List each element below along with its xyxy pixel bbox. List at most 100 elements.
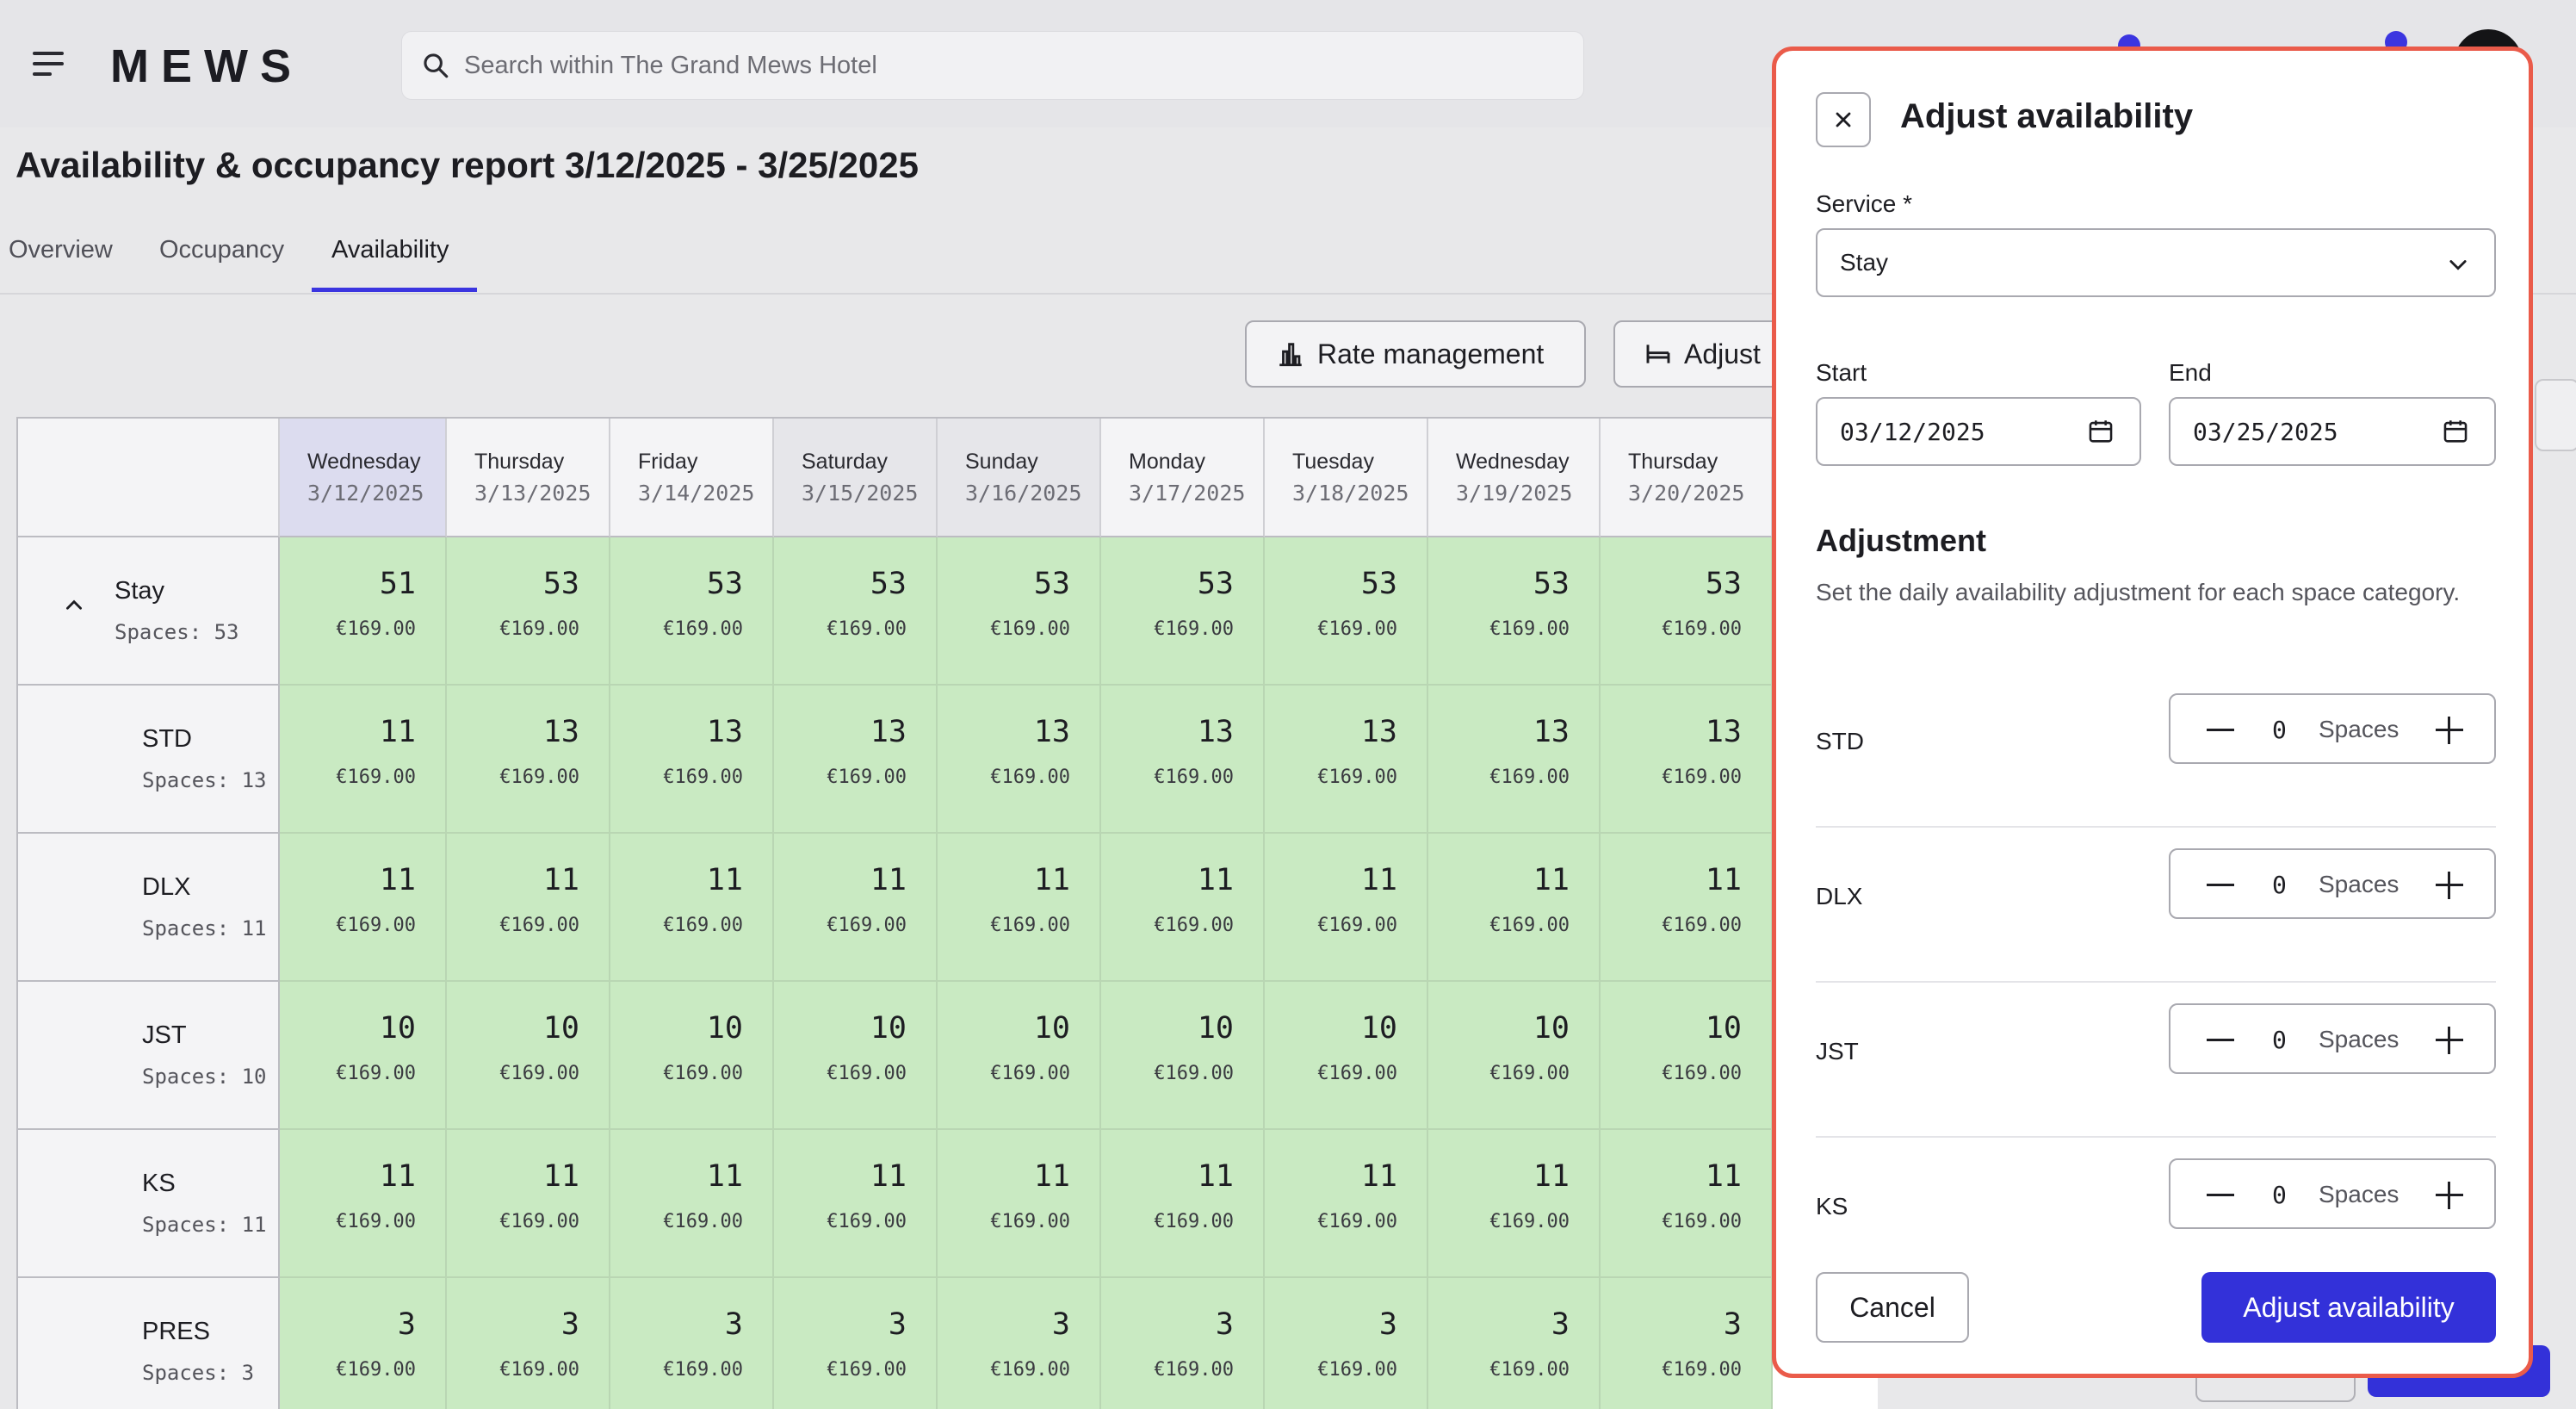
decrement-button[interactable]: [2193, 862, 2248, 907]
decrement-button[interactable]: [2193, 707, 2248, 752]
availability-cell[interactable]: 3 €169.00: [1601, 1278, 1773, 1409]
service-select[interactable]: Stay: [1816, 228, 2496, 297]
spaces-stepper[interactable]: 0 Spaces: [2169, 1003, 2496, 1074]
availability-cell[interactable]: 11 €169.00: [1601, 1130, 1773, 1278]
search-bar[interactable]: [401, 31, 1584, 100]
availability-cell[interactable]: 11 €169.00: [610, 1130, 774, 1278]
tab-occupancy[interactable]: Occupancy: [159, 236, 284, 264]
close-button[interactable]: [1816, 92, 1871, 147]
availability-cell[interactable]: 13 €169.00: [1265, 686, 1428, 834]
availability-cell[interactable]: 11 €169.00: [938, 834, 1101, 982]
availability-cell[interactable]: 3 €169.00: [774, 1278, 938, 1409]
mews-logo[interactable]: MEWS: [110, 40, 303, 93]
availability-cell[interactable]: 3 €169.00: [1101, 1278, 1265, 1409]
rate-price: €169.00: [336, 1211, 416, 1232]
availability-cell[interactable]: 13 €169.00: [1601, 686, 1773, 834]
availability-cell[interactable]: 53 €169.00: [1428, 537, 1601, 686]
availability-cell[interactable]: 11 €169.00: [280, 834, 447, 982]
availability-cell[interactable]: 51 €169.00: [280, 537, 447, 686]
availability-cell[interactable]: 13 €169.00: [610, 686, 774, 834]
spaces-stepper[interactable]: 0 Spaces: [2169, 693, 2496, 764]
availability-cell[interactable]: 11 €169.00: [610, 834, 774, 982]
row-header-service[interactable]: Stay Spaces: 53: [18, 537, 280, 686]
availability-cell[interactable]: 13 €169.00: [774, 686, 938, 834]
decrement-button[interactable]: [2193, 1017, 2248, 1062]
availability-cell[interactable]: 3 €169.00: [610, 1278, 774, 1409]
increment-button[interactable]: [2422, 1172, 2477, 1217]
availability-cell[interactable]: 11 €169.00: [1428, 1130, 1601, 1278]
calendar-icon[interactable]: [2441, 416, 2470, 447]
availability-cell[interactable]: 11 €169.00: [1101, 1130, 1265, 1278]
decrement-button[interactable]: [2193, 1172, 2248, 1217]
rate-price: €169.00: [1489, 1211, 1570, 1232]
increment-button[interactable]: [2422, 862, 2477, 907]
rate-management-button[interactable]: Rate management: [1245, 320, 1586, 388]
availability-cell[interactable]: 53 €169.00: [1265, 537, 1428, 686]
availability-cell[interactable]: 3 €169.00: [938, 1278, 1101, 1409]
available-count: 11: [542, 863, 579, 897]
availability-cell[interactable]: 11 €169.00: [280, 1130, 447, 1278]
start-date-field[interactable]: 03/12/2025: [1816, 397, 2141, 466]
end-date-field[interactable]: 03/25/2025: [2169, 397, 2496, 466]
availability-cell[interactable]: 11 €169.00: [1428, 834, 1601, 982]
availability-cell[interactable]: 10 €169.00: [1601, 982, 1773, 1130]
stepper-value[interactable]: 0: [2272, 1181, 2287, 1209]
available-count: 10: [706, 1011, 743, 1046]
availability-cell[interactable]: 13 €169.00: [447, 686, 610, 834]
availability-cell[interactable]: 11 €169.00: [1601, 834, 1773, 982]
increment-button[interactable]: [2422, 707, 2477, 752]
availability-cell[interactable]: 11 €169.00: [447, 834, 610, 982]
availability-cell[interactable]: 3 €169.00: [1428, 1278, 1601, 1409]
availability-cell[interactable]: 10 €169.00: [610, 982, 774, 1130]
rate-price: €169.00: [499, 1359, 579, 1381]
chevron-up-icon[interactable]: [63, 594, 85, 617]
right-panel-edge[interactable]: [2535, 379, 2576, 451]
availability-cell[interactable]: 53 €169.00: [1601, 537, 1773, 686]
availability-cell[interactable]: 11 €169.00: [774, 1130, 938, 1278]
menu-icon[interactable]: [33, 50, 67, 79]
availability-cell[interactable]: 11 €169.00: [774, 834, 938, 982]
available-count: 3: [397, 1307, 416, 1342]
availability-cell[interactable]: 11 €169.00: [938, 1130, 1101, 1278]
column-date: 3/12/2025: [307, 481, 424, 506]
availability-cell[interactable]: 10 €169.00: [1265, 982, 1428, 1130]
availability-cell[interactable]: 53 €169.00: [774, 537, 938, 686]
availability-cell[interactable]: 10 €169.00: [1428, 982, 1601, 1130]
availability-cell[interactable]: 10 €169.00: [280, 982, 447, 1130]
tab-overview[interactable]: Overview: [9, 236, 113, 264]
availability-cell[interactable]: 13 €169.00: [1428, 686, 1601, 834]
availability-cell[interactable]: 53 €169.00: [938, 537, 1101, 686]
availability-cell[interactable]: 3 €169.00: [447, 1278, 610, 1409]
spaces-stepper[interactable]: 0 Spaces: [2169, 1158, 2496, 1229]
stepper-value[interactable]: 0: [2272, 716, 2287, 744]
availability-cell[interactable]: 53 €169.00: [1101, 537, 1265, 686]
availability-cell[interactable]: 53 €169.00: [610, 537, 774, 686]
adjust-availability-button[interactable]: Adjust availability: [2201, 1272, 2496, 1343]
availability-cell[interactable]: 3 €169.00: [1265, 1278, 1428, 1409]
availability-cell[interactable]: 53 €169.00: [447, 537, 610, 686]
row-spaces: Spaces: 11: [142, 916, 267, 940]
spaces-stepper[interactable]: 0 Spaces: [2169, 848, 2496, 919]
availability-cell[interactable]: 10 €169.00: [1101, 982, 1265, 1130]
stepper-value[interactable]: 0: [2272, 871, 2287, 899]
column-day: Tuesday: [1292, 450, 1374, 474]
availability-cell[interactable]: 11 €169.00: [1265, 834, 1428, 982]
calendar-icon[interactable]: [2086, 416, 2115, 447]
increment-button[interactable]: [2422, 1017, 2477, 1062]
availability-cell[interactable]: 11 €169.00: [1265, 1130, 1428, 1278]
search-input[interactable]: [462, 32, 1568, 99]
availability-cell[interactable]: 11 €169.00: [1101, 834, 1265, 982]
availability-cell[interactable]: 10 €169.00: [447, 982, 610, 1130]
availability-cell[interactable]: 3 €169.00: [280, 1278, 447, 1409]
availability-cell[interactable]: 11 €169.00: [280, 686, 447, 834]
stepper-unit: Spaces: [2319, 1026, 2400, 1052]
available-count: 10: [870, 1011, 907, 1046]
stepper-value[interactable]: 0: [2272, 1026, 2287, 1054]
availability-cell[interactable]: 11 €169.00: [447, 1130, 610, 1278]
availability-cell[interactable]: 10 €169.00: [938, 982, 1101, 1130]
availability-cell[interactable]: 13 €169.00: [938, 686, 1101, 834]
availability-cell[interactable]: 10 €169.00: [774, 982, 938, 1130]
availability-cell[interactable]: 13 €169.00: [1101, 686, 1265, 834]
tab-availability[interactable]: Availability: [331, 236, 449, 264]
cancel-button[interactable]: Cancel: [1816, 1272, 1969, 1343]
